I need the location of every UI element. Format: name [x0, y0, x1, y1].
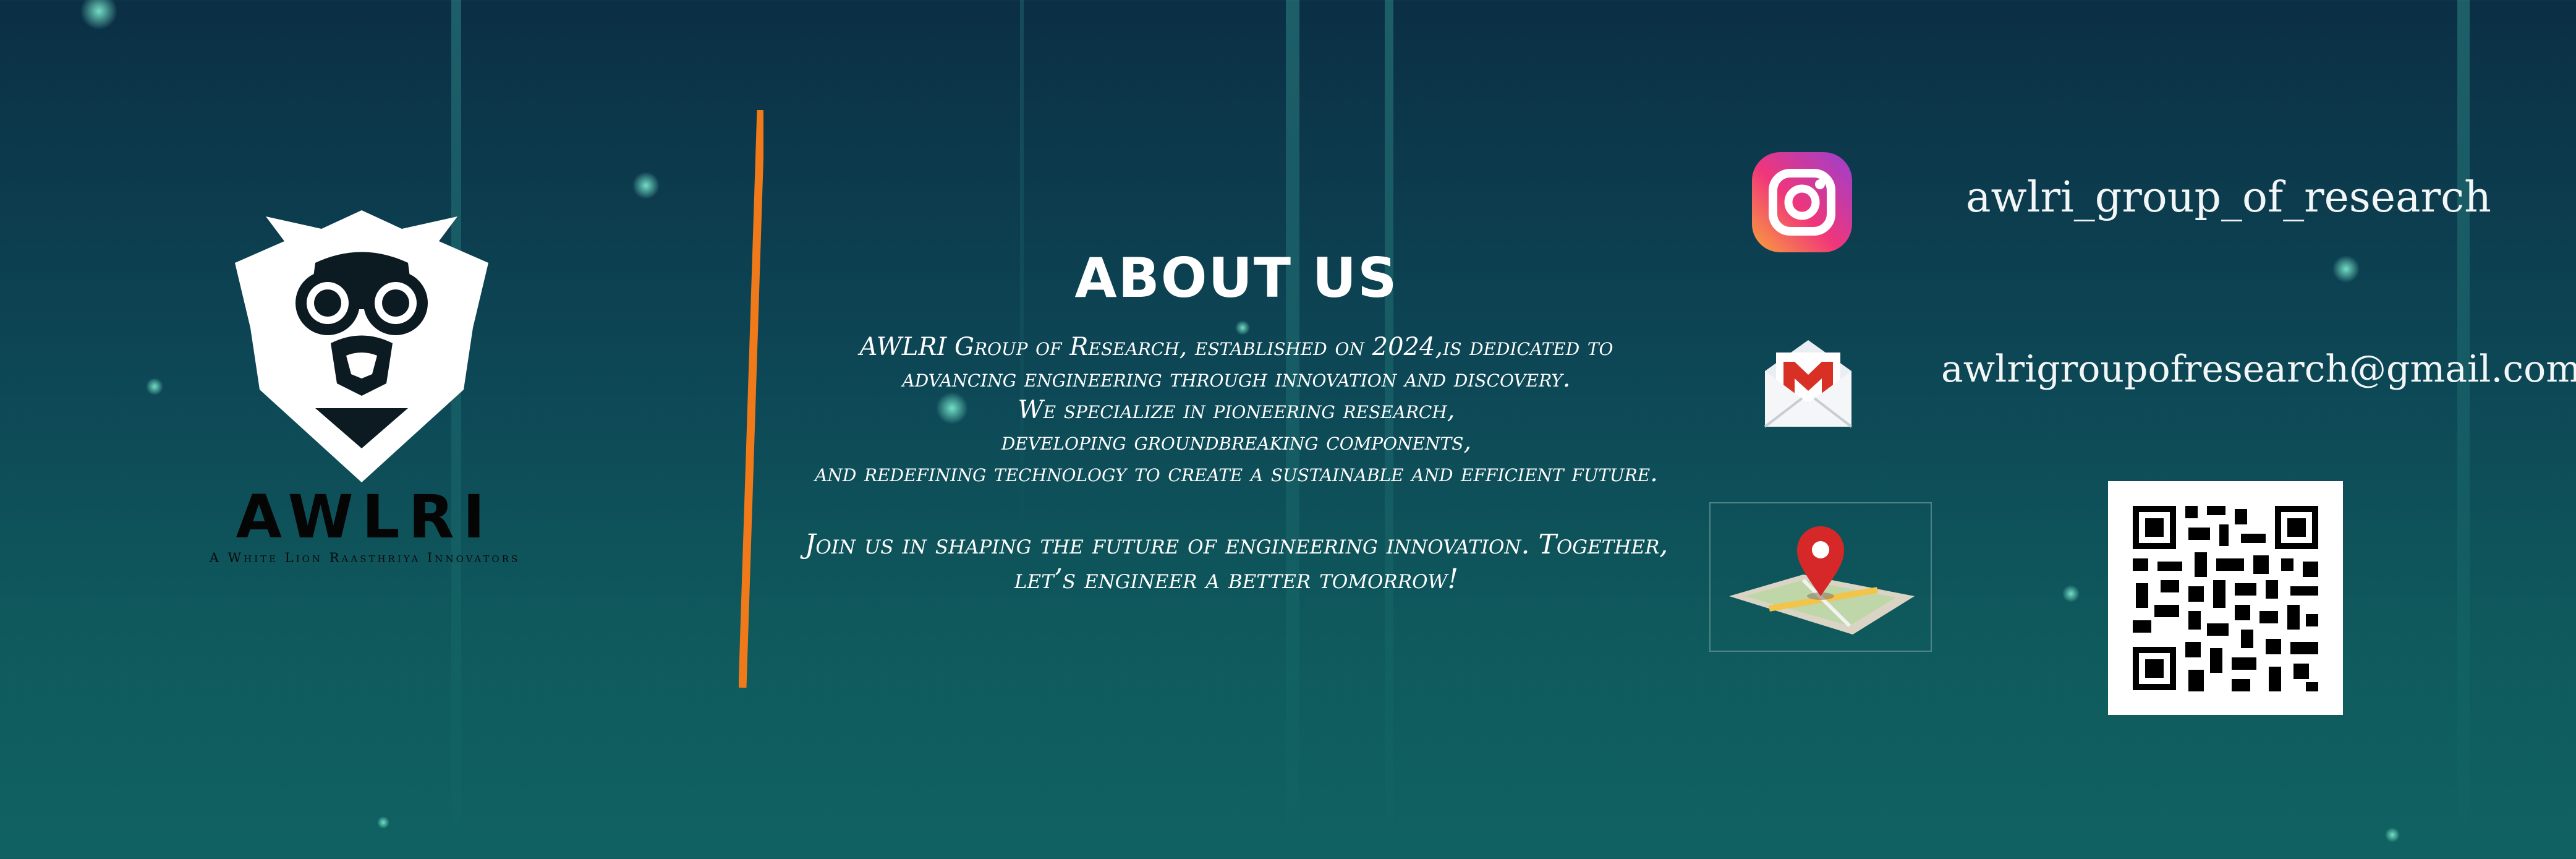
qr-code-icon	[2133, 506, 2318, 691]
brand-block: AWLRI A White Lion Raasthriya Innovators	[167, 204, 563, 575]
gmail-icon[interactable]	[1759, 334, 1858, 433]
brand-name: AWLRI	[236, 482, 494, 552]
about-intro-line: and redefining technology to create a su…	[815, 459, 1658, 487]
about-closing: Join us in shaping the future of enginee…	[767, 528, 1706, 597]
about-closing-line: Join us in shaping the future of enginee…	[804, 529, 1668, 560]
map-pin-icon	[1729, 526, 1915, 635]
instagram-handle[interactable]: awlri_group_of_research	[1966, 173, 2491, 222]
instagram-icon[interactable]	[1743, 143, 1861, 261]
vertical-divider	[739, 110, 763, 688]
location-map-button[interactable]	[1709, 502, 1932, 652]
about-intro-line: advancing engineering through innovation…	[902, 364, 1571, 393]
brand-tagline: A White Lion Raasthriya Innovators	[209, 550, 521, 565]
qr-code[interactable]	[2108, 481, 2343, 715]
about-closing-line: let’s engineer a better tomorrow!	[1014, 563, 1459, 595]
about-section: ABOUT US AWLRI Group of Research, establ…	[767, 247, 1706, 597]
about-intro-line: AWLRI Group of Research, established on …	[859, 333, 1613, 361]
about-intro-line: We specialize in pioneering research,	[1018, 396, 1455, 424]
email-address[interactable]: awlrigroupofresearch@gmail.com	[1941, 348, 2576, 391]
about-heading: ABOUT US	[1074, 246, 1398, 310]
about-intro-line: developing groundbreaking components,	[1001, 427, 1472, 456]
about-intro: AWLRI Group of Research, established on …	[767, 331, 1706, 489]
white-lion-logo-icon	[235, 210, 488, 482]
